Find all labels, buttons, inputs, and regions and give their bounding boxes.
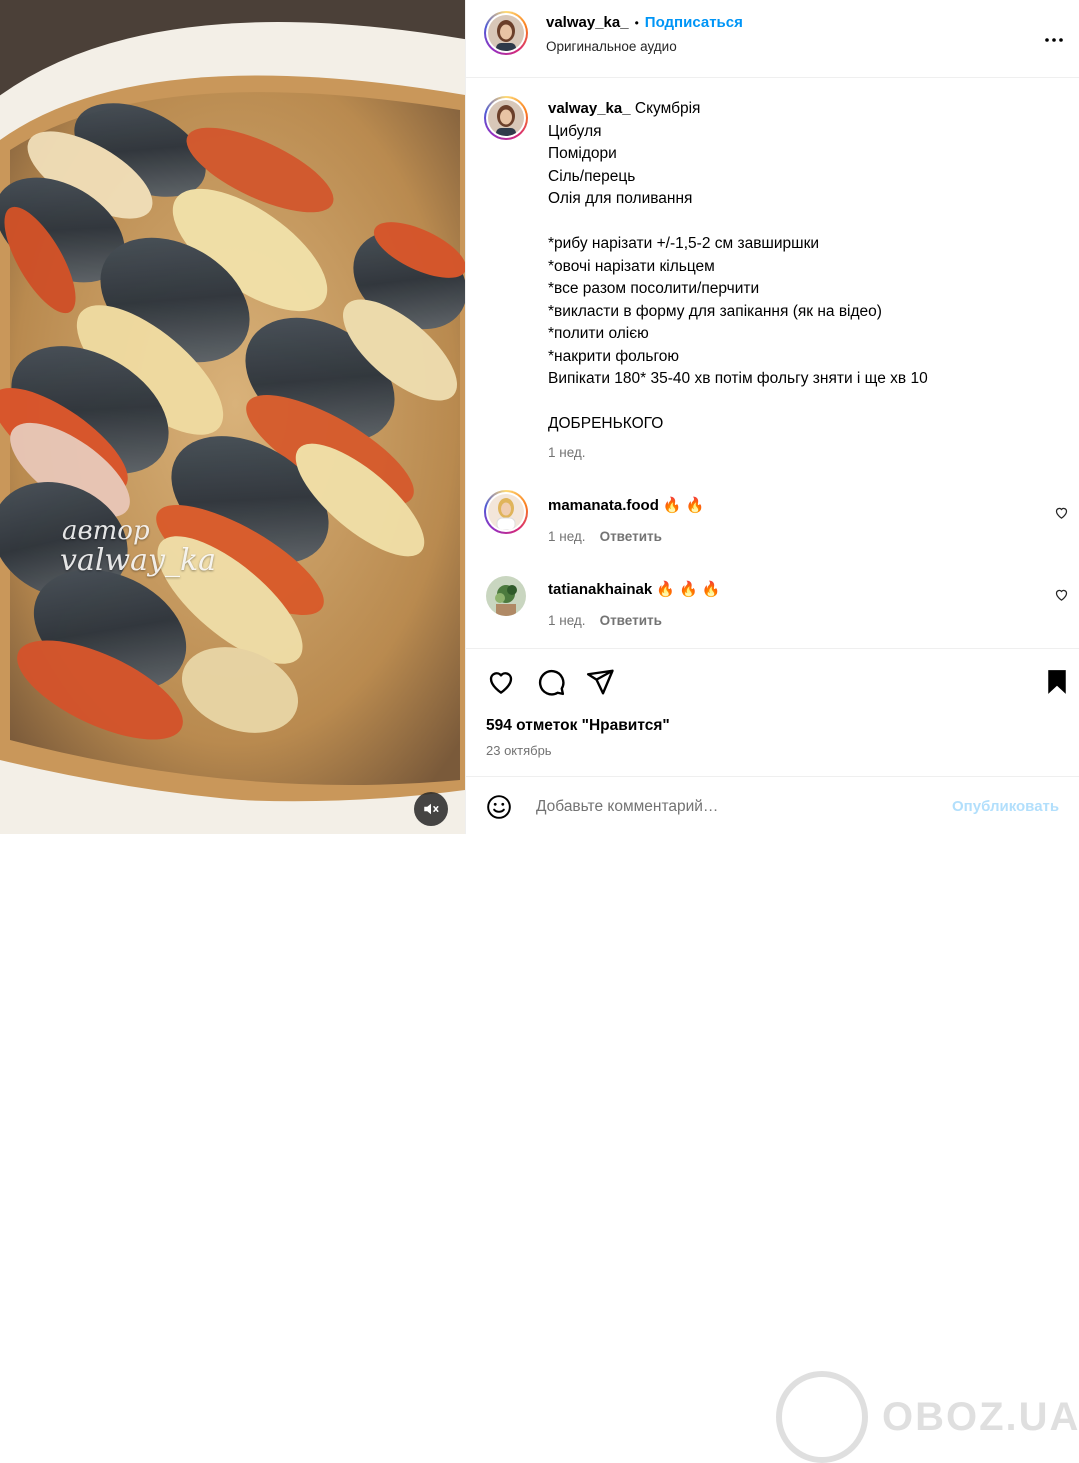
like-button[interactable] bbox=[486, 667, 516, 702]
comment-like-button[interactable] bbox=[1054, 587, 1069, 607]
save-button[interactable] bbox=[1042, 667, 1072, 702]
reply-button[interactable]: Ответить bbox=[600, 529, 662, 544]
caption-line: *накрити фольгою bbox=[548, 347, 680, 365]
comment-input[interactable] bbox=[534, 794, 918, 820]
separator-dot: • bbox=[634, 16, 639, 30]
share-icon bbox=[586, 669, 614, 695]
comment-username[interactable]: tatianakhainak bbox=[548, 581, 652, 598]
caption-line bbox=[548, 391, 1068, 414]
reply-button[interactable]: Ответить bbox=[600, 613, 662, 628]
caption-line: *полити олією bbox=[548, 325, 649, 342]
comment-avatar[interactable] bbox=[484, 490, 528, 534]
comment-time[interactable]: 1 нед. bbox=[548, 529, 586, 544]
comment-meta: 1 нед. Ответить bbox=[548, 528, 662, 546]
emoji-icon bbox=[487, 795, 511, 819]
author-watermark: автор valway_ka bbox=[48, 518, 216, 576]
comment-button[interactable] bbox=[536, 667, 566, 702]
likes-count[interactable]: 594 отметок "Нравится" bbox=[486, 717, 670, 735]
heart-icon bbox=[489, 672, 513, 694]
comment-username[interactable]: mamanata.food bbox=[548, 497, 659, 514]
food-photo bbox=[0, 0, 465, 834]
watermark-line2: valway_ka bbox=[60, 543, 217, 578]
comment-text: 🔥 🔥 bbox=[662, 497, 705, 514]
heart-icon bbox=[1055, 507, 1068, 519]
comment-avatar[interactable] bbox=[486, 576, 526, 616]
author-avatar[interactable] bbox=[484, 11, 528, 55]
caption-line: Цибуля bbox=[548, 122, 602, 140]
heart-icon bbox=[1055, 589, 1068, 601]
avatar-photo bbox=[486, 576, 526, 616]
caption-line: *овочі нарізати кільцем bbox=[548, 257, 715, 275]
header-username[interactable]: valway_ka_ bbox=[546, 14, 629, 31]
follow-button[interactable]: Подписаться bbox=[645, 14, 743, 31]
speaker-muted-icon bbox=[424, 803, 439, 815]
caption-line: Сіль/перець bbox=[548, 167, 636, 185]
site-watermark-text: OBOZ.UA bbox=[882, 1394, 1079, 1439]
comment-text: 🔥 🔥 🔥 bbox=[656, 581, 721, 598]
caption-username[interactable]: valway_ka_ bbox=[548, 100, 631, 117]
comment-meta: 1 нед. Ответить bbox=[548, 612, 662, 630]
post-caption: valway_ka_ Скумбрія Цибуля Помідори Сіль… bbox=[548, 98, 1068, 464]
comment-composer: Опубликовать bbox=[466, 776, 1079, 834]
comment-time[interactable]: 1 нед. bbox=[548, 613, 586, 628]
post-date[interactable]: 23 октябрь bbox=[486, 743, 552, 758]
post-header: valway_ka_ • Подписаться Оригинальное ауди… bbox=[466, 0, 1079, 78]
comment-text-row: mamanata.food 🔥 🔥 bbox=[548, 496, 704, 515]
post-panel: valway_ka_ • Подписаться Оригинальное ауди… bbox=[465, 0, 1079, 1463]
more-horizontal-icon bbox=[1045, 38, 1063, 42]
watermark-line1: автор bbox=[62, 516, 150, 546]
share-button[interactable] bbox=[585, 667, 615, 702]
caption-line: Випікати 180* 35-40 хв потім фольгу знят… bbox=[548, 370, 928, 387]
caption-line: Помідори bbox=[548, 145, 617, 162]
avatar-photo bbox=[488, 494, 524, 530]
caption-line: valway_ka_ Скумбрія bbox=[548, 98, 1068, 121]
caption-avatar[interactable] bbox=[484, 96, 528, 140]
caption-line: Олія для поливання bbox=[548, 190, 693, 207]
audio-link[interactable]: Оригинальное аудио bbox=[546, 39, 677, 54]
emoji-button[interactable] bbox=[486, 794, 512, 825]
more-options-button[interactable] bbox=[1042, 28, 1066, 57]
caption-line bbox=[548, 211, 1068, 234]
caption-text: Скумбрія bbox=[634, 100, 701, 117]
comment-like-button[interactable] bbox=[1054, 505, 1069, 525]
avatar-photo bbox=[488, 100, 524, 136]
bookmark-icon bbox=[1048, 670, 1066, 694]
post-media[interactable]: автор valway_ka bbox=[0, 0, 465, 834]
caption-line: *рибу нарізати +/-1,5-2 см завширшки bbox=[548, 235, 820, 252]
comment-text-row: tatianakhainak 🔥 🔥 🔥 bbox=[548, 580, 721, 599]
mute-button[interactable] bbox=[414, 792, 448, 826]
caption-line: *все разом посолити/перчити bbox=[548, 280, 760, 297]
header-user-row: valway_ka_ • Подписаться bbox=[546, 14, 743, 31]
avatar-photo bbox=[488, 15, 524, 51]
globe-logo-icon bbox=[776, 1371, 868, 1463]
site-watermark: OBOZ.UA bbox=[776, 1371, 1079, 1463]
comment-icon bbox=[538, 669, 565, 696]
publish-button[interactable]: Опубликовать bbox=[952, 798, 1059, 815]
action-bar: OBOZ.UA 594 отметок "Нравится" 23 октябр… bbox=[466, 648, 1079, 1463]
caption-line: *викласти в форму для запікання (як на в… bbox=[548, 302, 882, 320]
caption-line: ДОБРЕНЬКОГО bbox=[548, 415, 664, 432]
caption-time[interactable]: 1 нед. bbox=[548, 442, 1068, 465]
